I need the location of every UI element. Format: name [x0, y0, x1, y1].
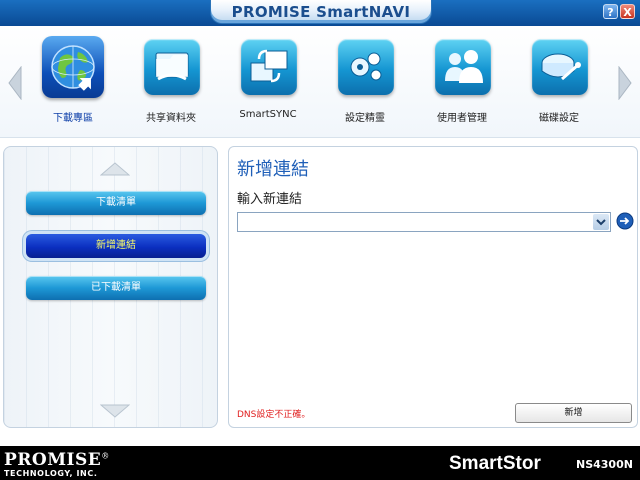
app-title: PROMISE SmartNAVI — [210, 0, 432, 24]
help-button[interactable]: ? — [603, 4, 618, 19]
sidebar-item-download-list[interactable]: 下載清單 — [26, 191, 206, 215]
registered-mark: ® — [101, 451, 110, 461]
nav-item-label: 設定精靈 — [345, 113, 385, 124]
scroll-down-arrow-icon[interactable] — [99, 403, 131, 418]
nav-item-user-management[interactable]: 使用者管理 — [422, 36, 502, 126]
promise-logo: PROMISE® TECHNOLOGY, INC. — [4, 450, 109, 479]
nav-item-shared-folder[interactable]: 共享資料夾 — [131, 36, 211, 126]
nav-item-label: 下載專區 — [53, 113, 93, 124]
scroll-up-arrow-icon[interactable] — [99, 161, 131, 176]
nav-item-disk-settings[interactable]: 磁碟設定 — [519, 36, 599, 126]
submit-link-icon[interactable] — [616, 212, 634, 230]
nav-item-label: 使用者管理 — [437, 113, 487, 124]
nav-right-arrow-icon[interactable] — [618, 66, 632, 100]
page-title: 新增連結 — [237, 159, 309, 180]
user-management-icon — [435, 39, 491, 95]
nav-item-smartsync[interactable]: SmartSYNC — [228, 36, 308, 126]
close-button[interactable]: X — [620, 4, 635, 19]
main-nav: 下載專區 共享資料夾 SmartSYNC 設定精靈 使用者管理 磁碟設定 — [0, 26, 640, 138]
sidebar-item-add-link[interactable]: 新增連結 — [26, 234, 206, 258]
new-link-label: 輸入新連結 — [237, 192, 303, 207]
nav-item-label: SmartSYNC — [239, 109, 297, 120]
nav-item-label: 共享資料夾 — [146, 113, 196, 124]
error-message: DNS設定不正確。 — [237, 410, 311, 420]
disk-settings-icon — [532, 39, 588, 95]
shared-folder-icon — [144, 39, 200, 95]
sync-icon — [241, 39, 297, 95]
brand-subtitle: TECHNOLOGY, INC. — [4, 469, 98, 478]
wizard-icon — [338, 39, 394, 95]
add-button[interactable]: 新增 — [515, 403, 632, 423]
brand-name: PROMISE — [4, 450, 102, 470]
sidebar: 下載清單 新增連結 已下載清單 — [3, 146, 218, 428]
globe-download-icon — [42, 36, 104, 98]
product-name: SmartStor — [449, 453, 541, 474]
title-bar: PROMISE SmartNAVI ? X — [0, 0, 640, 26]
nav-item-download[interactable]: 下載專區 — [33, 36, 113, 126]
nav-item-label: 磁碟設定 — [539, 113, 579, 124]
new-link-input[interactable] — [237, 212, 611, 232]
chevron-down-icon[interactable] — [593, 214, 609, 230]
footer: PROMISE® TECHNOLOGY, INC. SmartStor NS43… — [0, 446, 640, 480]
main-content: 新增連結 輸入新連結 DNS設定不正確。 新增 — [228, 146, 638, 428]
nav-item-setup-wizard[interactable]: 設定精靈 — [325, 36, 405, 126]
nav-left-arrow-icon[interactable] — [8, 66, 22, 100]
sidebar-item-downloaded-list[interactable]: 已下載清單 — [26, 276, 206, 300]
model-name: NS4300N — [576, 458, 633, 471]
